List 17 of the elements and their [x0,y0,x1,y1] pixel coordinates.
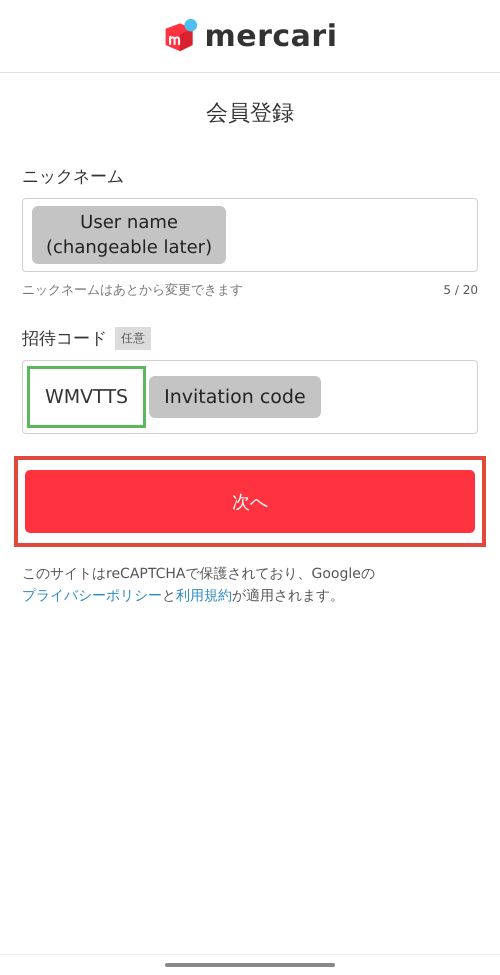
notice-text: このサイトはreCAPTCHAで保護されており、Googleの プライバシーポリシー と 利用規約が適用されます。 [22,565,376,606]
invitation-code-field[interactable]: WMVTTS Invitation code [22,360,478,434]
annotation-label: User name (changeable later) [32,206,226,264]
code-value: WMVTTS [27,366,146,428]
notice-link[interactable]: 利用規約 [176,588,232,604]
field-label: 招待コード [22,328,107,350]
hint-text: ニックネームはあとから変更できます [22,282,243,299]
character-counter: 5 / 20 [443,283,478,297]
optional-badge: 任意 [115,327,151,350]
logo-text: mercari [204,18,338,54]
notice-link[interactable]: プライバシーポリシー [22,588,162,604]
annotation-label: Invitation code [149,376,321,418]
next-button[interactable]: 次へ [25,470,475,533]
nickname-field[interactable]: User name (changeable later) [22,198,478,272]
page-title: 会員登録 [205,100,295,128]
home-indicator[interactable] [165,963,335,967]
field-label: ニックネーム [22,166,125,188]
